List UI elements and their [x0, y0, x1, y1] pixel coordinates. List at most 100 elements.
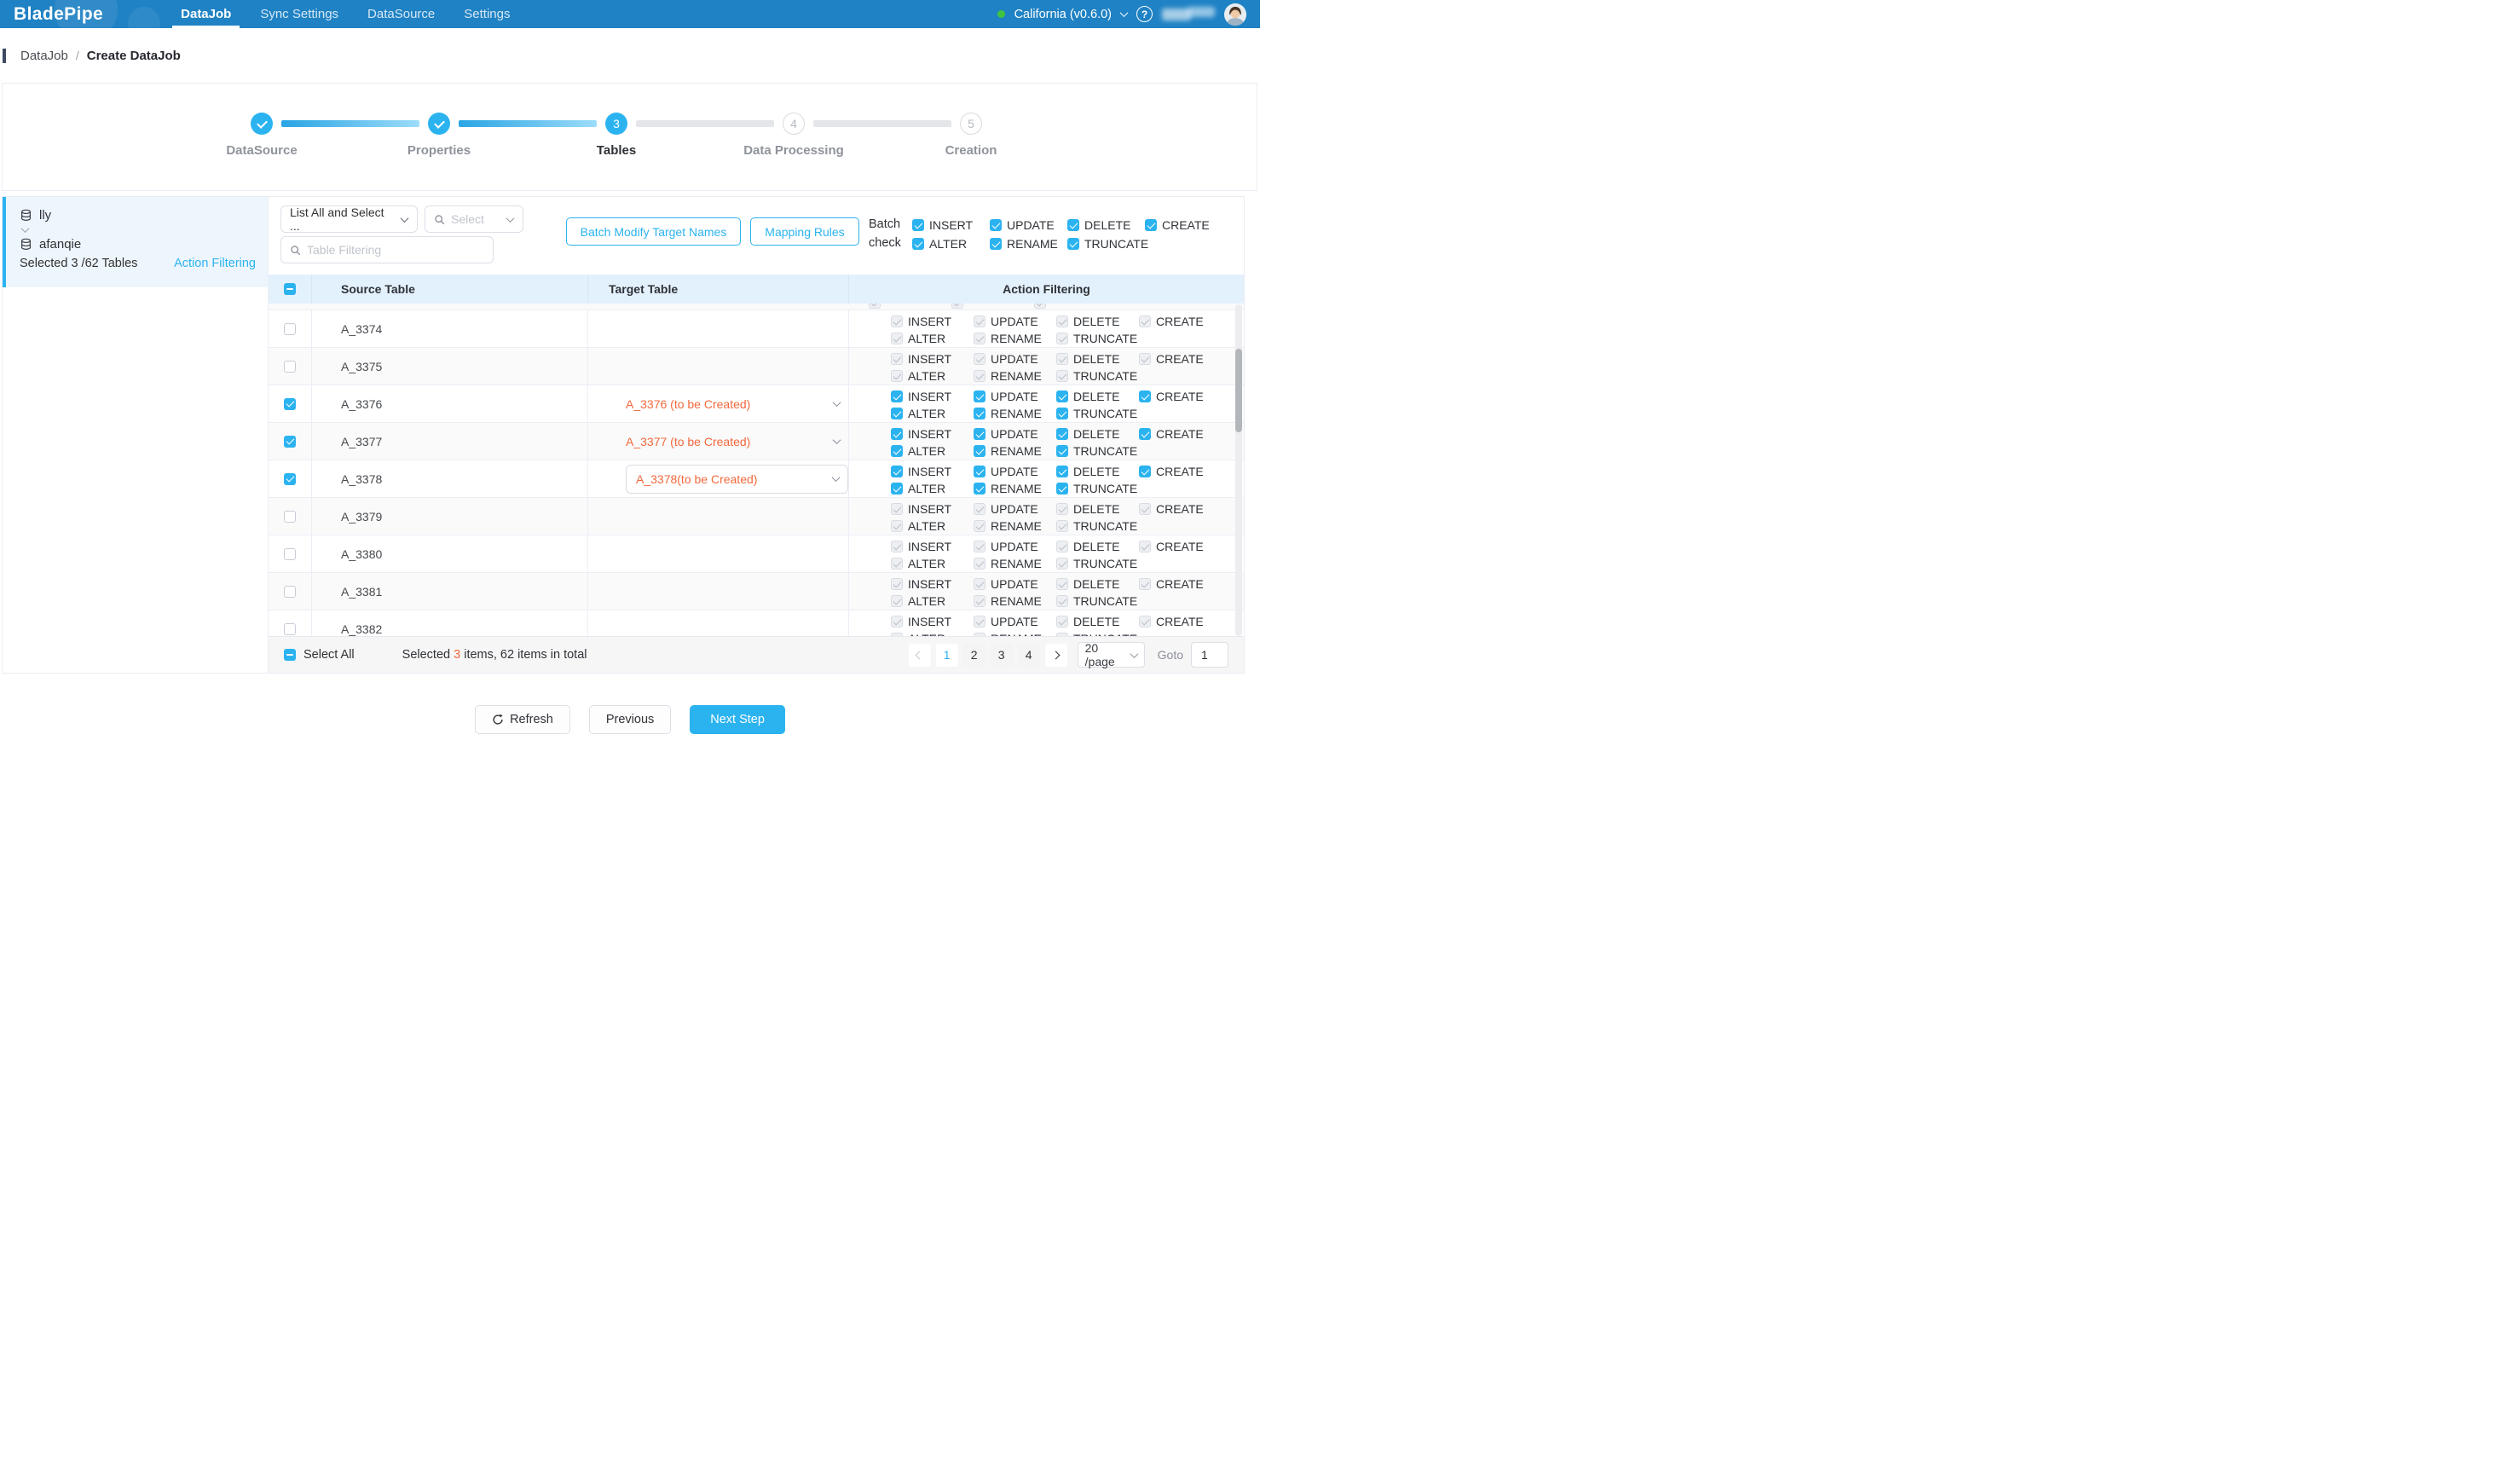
chevron-down-icon[interactable]: [1120, 9, 1129, 17]
action-rename[interactable]: RENAME: [974, 445, 1056, 457]
page-button-3[interactable]: 3: [991, 644, 1013, 667]
checkbox-checked[interactable]: [1067, 238, 1079, 250]
checkbox-checked[interactable]: [974, 408, 985, 419]
row-checkbox[interactable]: [284, 586, 296, 598]
vertical-scrollbar-thumb[interactable]: [1235, 349, 1242, 432]
nav-item-settings[interactable]: Settings: [449, 0, 524, 28]
action-truncate[interactable]: TRUNCATE: [1056, 445, 1139, 457]
checkbox-checked[interactable]: [974, 445, 985, 457]
batch-check-rename[interactable]: RENAME: [990, 238, 1067, 250]
checkbox-checked[interactable]: [1056, 428, 1068, 440]
action-truncate[interactable]: TRUNCATE: [1056, 408, 1139, 419]
next-step-button[interactable]: Next Step: [690, 705, 785, 734]
action-create[interactable]: CREATE: [1139, 428, 1222, 440]
batch-check-delete[interactable]: DELETE: [1067, 219, 1145, 231]
list-mode-select[interactable]: List All and Select ...: [280, 205, 418, 233]
action-create[interactable]: CREATE: [1139, 390, 1222, 402]
nav-item-sync-settings[interactable]: Sync Settings: [246, 0, 353, 28]
checkbox-checked[interactable]: [1056, 390, 1068, 402]
checkbox-checked[interactable]: [891, 428, 903, 440]
action-alter[interactable]: ALTER: [891, 445, 974, 457]
checkbox-checked[interactable]: [974, 466, 985, 477]
checkbox-checked[interactable]: [1056, 408, 1068, 419]
batch-check-update[interactable]: UPDATE: [990, 219, 1067, 231]
action-option-label: TRUNCATE: [1073, 369, 1137, 383]
checkbox-checked[interactable]: [974, 483, 985, 495]
action-delete[interactable]: DELETE: [1056, 466, 1139, 477]
checkbox-checked[interactable]: [1139, 390, 1151, 402]
row-checkbox[interactable]: [284, 361, 296, 373]
user-avatar[interactable]: [1224, 3, 1246, 26]
action-alter[interactable]: ALTER: [891, 483, 974, 495]
mapping-rules-button[interactable]: Mapping Rules: [750, 217, 859, 246]
action-alter[interactable]: ALTER: [891, 408, 974, 419]
select-all-control[interactable]: Select All: [284, 648, 355, 662]
page-button-4[interactable]: 4: [1018, 644, 1040, 667]
row-checkbox[interactable]: [284, 623, 296, 635]
goto-page-input[interactable]: [1191, 642, 1228, 668]
page-size-select[interactable]: 20 /page: [1078, 642, 1145, 668]
batch-modify-target-names-button[interactable]: Batch Modify Target Names: [566, 217, 741, 246]
checkbox-checked[interactable]: [912, 238, 924, 250]
checkbox-checked[interactable]: [891, 466, 903, 477]
previous-step-button[interactable]: Previous: [589, 705, 671, 734]
action-update[interactable]: UPDATE: [974, 390, 1056, 402]
checkbox-checked[interactable]: [1145, 219, 1157, 231]
batch-check-truncate[interactable]: TRUNCATE: [1067, 238, 1145, 250]
row-checkbox[interactable]: [284, 323, 296, 335]
row-checkbox[interactable]: [284, 511, 296, 523]
checkbox-checked[interactable]: [1139, 428, 1151, 440]
checkbox-checked[interactable]: [891, 445, 903, 457]
cluster-name[interactable]: California (v0.6.0): [1014, 8, 1112, 21]
checkbox-checked[interactable]: [1139, 466, 1151, 477]
action-insert[interactable]: INSERT: [891, 466, 974, 477]
batch-check-create[interactable]: CREATE: [1145, 219, 1222, 231]
action-update[interactable]: UPDATE: [974, 466, 1056, 477]
checkbox-checked[interactable]: [1056, 445, 1068, 457]
action-update[interactable]: UPDATE: [974, 428, 1056, 440]
action-rename[interactable]: RENAME: [974, 408, 1056, 419]
action-insert[interactable]: INSERT: [891, 428, 974, 440]
action-delete[interactable]: DELETE: [1056, 428, 1139, 440]
batch-check-insert[interactable]: INSERT: [912, 219, 990, 231]
checkbox-checked[interactable]: [1067, 219, 1079, 231]
checkbox-checked[interactable]: [1056, 466, 1068, 477]
next-page-button[interactable]: [1045, 644, 1067, 667]
checkbox-checked[interactable]: [990, 219, 1002, 231]
checkbox-checked[interactable]: [891, 483, 903, 495]
refresh-button[interactable]: Refresh: [475, 705, 570, 734]
target-table-select[interactable]: A_3376 (to be Created): [626, 390, 848, 419]
select-all-header-checkbox[interactable]: [284, 283, 296, 295]
action-delete[interactable]: DELETE: [1056, 390, 1139, 402]
target-table-select[interactable]: A_3377 (to be Created): [626, 427, 848, 456]
row-checkbox[interactable]: [284, 473, 296, 485]
action-truncate[interactable]: TRUNCATE: [1056, 483, 1139, 495]
row-checkbox[interactable]: [284, 436, 296, 448]
select-all-checkbox[interactable]: [284, 649, 296, 661]
nav-item-datajob[interactable]: DataJob: [166, 0, 246, 28]
nav-item-datasource[interactable]: DataSource: [353, 0, 449, 28]
breadcrumb-root[interactable]: DataJob: [20, 49, 68, 63]
batch-check-alter[interactable]: ALTER: [912, 238, 990, 250]
target-table-select[interactable]: A_3378(to be Created): [626, 465, 848, 494]
checkbox-checked[interactable]: [974, 428, 985, 440]
checkbox-checked[interactable]: [891, 390, 903, 402]
prev-page-button[interactable]: [909, 644, 931, 667]
help-icon[interactable]: ?: [1136, 6, 1153, 22]
table-filter-input[interactable]: Table Filtering: [280, 236, 494, 263]
action-create[interactable]: CREATE: [1139, 466, 1222, 477]
action-rename[interactable]: RENAME: [974, 483, 1056, 495]
row-checkbox[interactable]: [284, 398, 296, 410]
checkbox-checked[interactable]: [1056, 483, 1068, 495]
action-filtering-link[interactable]: Action Filtering: [174, 257, 256, 270]
checkbox-checked[interactable]: [891, 408, 903, 419]
checkbox-checked[interactable]: [990, 238, 1002, 250]
action-insert[interactable]: INSERT: [891, 390, 974, 402]
page-button-1[interactable]: 1: [936, 644, 958, 667]
sidebar-selected-mapping[interactable]: lly afanqie Selected 3 /62 Tables Action…: [3, 197, 268, 287]
row-checkbox[interactable]: [284, 548, 296, 560]
column-select[interactable]: Select: [425, 205, 523, 233]
checkbox-checked[interactable]: [974, 390, 985, 402]
checkbox-checked[interactable]: [912, 219, 924, 231]
page-button-2[interactable]: 2: [963, 644, 985, 667]
